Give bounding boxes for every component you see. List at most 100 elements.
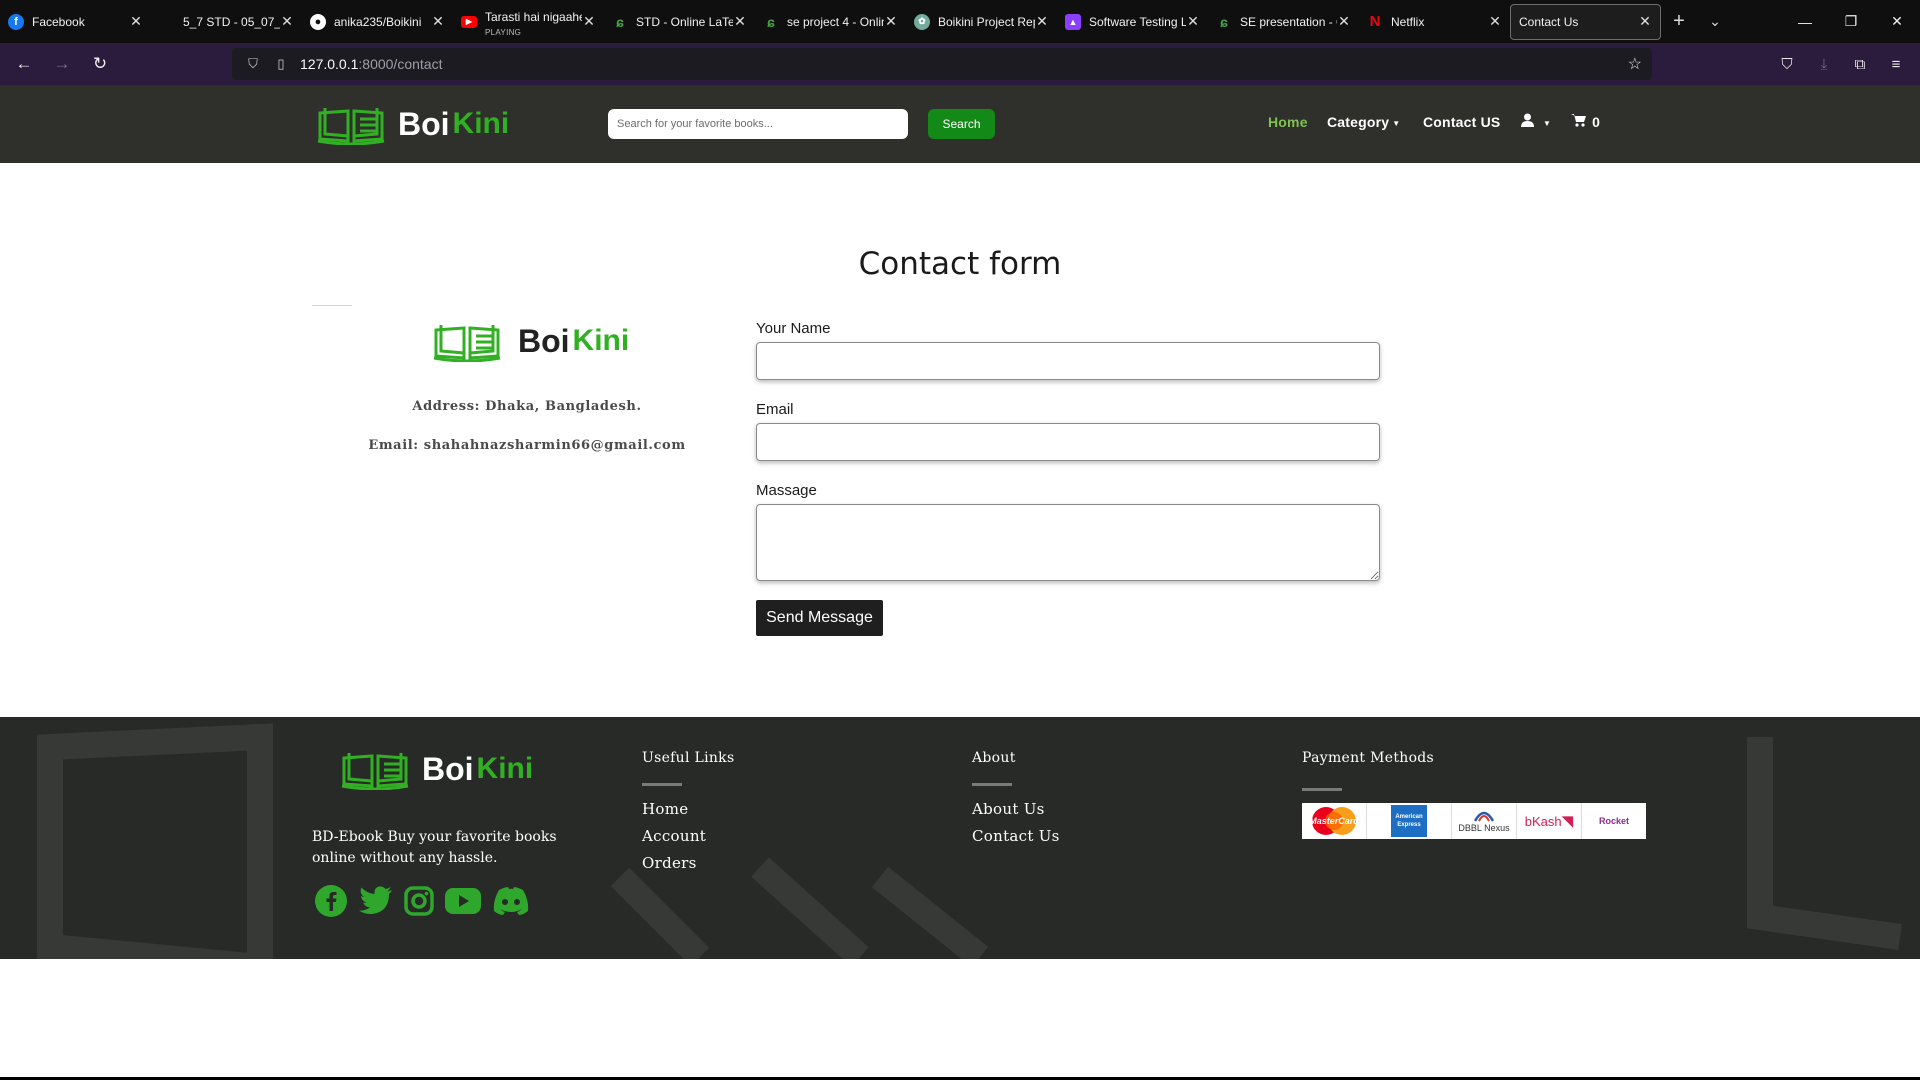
footer-link-about-us[interactable]: About Us [972, 800, 1045, 818]
chatgpt-icon: ✿ [914, 13, 930, 30]
minimize-icon[interactable]: — [1782, 0, 1828, 43]
facebook-icon[interactable] [314, 884, 348, 918]
heading-underline [642, 783, 682, 786]
browser-tab-strip: f Facebook ✕ 5_7 STD - 05_07_Software ✕ … [0, 0, 1920, 43]
cart-count: 0 [1592, 114, 1601, 130]
tab-chatgpt[interactable]: ✿ Boikini Project Report ✕ [906, 4, 1057, 40]
tab-title: 5_7 STD - 05_07_Software [183, 14, 280, 29]
tab-contact-us[interactable]: Contact Us ✕ [1510, 3, 1661, 40]
social-links [314, 884, 541, 918]
about-heading: About [972, 750, 1016, 766]
instagram-icon[interactable] [404, 886, 434, 916]
footer-link-orders[interactable]: Orders [642, 854, 697, 872]
logo-boi-text: Boi [398, 105, 450, 142]
pocket-icon[interactable]: ⛉ [1771, 48, 1803, 80]
divider [312, 305, 352, 306]
tab-std-software[interactable]: 5_7 STD - 05_07_Software ✕ [151, 4, 302, 40]
amex-logo: American Express [1367, 803, 1452, 839]
close-tab-icon[interactable]: ✕ [1638, 13, 1652, 30]
tab-overleaf-se4[interactable]: ɕ se project 4 - Online LaTeX ✕ [755, 4, 906, 40]
tab-netflix[interactable]: N Netflix ✕ [1359, 4, 1510, 40]
contact-logo: Boi Kini [432, 320, 629, 362]
close-tab-icon[interactable]: ✕ [129, 13, 143, 30]
site-header: Boi Kini Search Home Category▼ Contact U… [0, 85, 1920, 163]
window-close-icon[interactable]: ✕ [1874, 0, 1920, 43]
discord-icon[interactable] [492, 886, 530, 916]
logo-kini-text: Kini [452, 107, 510, 140]
tab-overleaf-std[interactable]: ɕ STD - Online LaTeX Editor ✕ [604, 4, 755, 40]
tab-title: Boikini Project Report [938, 14, 1035, 29]
footer-link-contact-us[interactable]: Contact Us [972, 827, 1060, 845]
search-button[interactable]: Search [928, 109, 995, 139]
close-tab-icon[interactable]: ✕ [582, 13, 596, 30]
forward-arrow-icon[interactable]: → [44, 49, 80, 79]
youtube-icon[interactable] [445, 887, 481, 915]
restore-icon[interactable]: ❐ [1828, 0, 1874, 43]
logo-kini-text: Kini [476, 752, 534, 785]
user-menu-dropdown[interactable]: ▼ [1521, 113, 1551, 130]
message-textarea[interactable] [756, 504, 1380, 581]
close-tab-icon[interactable]: ✕ [1186, 13, 1200, 30]
nav-contact-link[interactable]: Contact US [1423, 114, 1500, 130]
name-input[interactable] [756, 342, 1380, 380]
download-icon[interactable]: ⤓ [1808, 48, 1840, 80]
close-tab-icon[interactable]: ✕ [1488, 13, 1502, 30]
reload-icon[interactable]: ↻ [82, 49, 118, 79]
tab-youtube[interactable]: ▶ Tarasti hai nigaahein PLAYING ✕ [453, 4, 604, 40]
footer-link-account[interactable]: Account [642, 827, 706, 845]
nav-category-dropdown[interactable]: Category ▼ [1327, 114, 1400, 130]
close-tab-icon[interactable]: ✕ [431, 13, 445, 30]
tab-github[interactable]: ● anika235/Boikini ✕ [302, 4, 453, 40]
footer-link-home[interactable]: Home [642, 800, 688, 818]
bookmark-star-icon[interactable]: ☆ [1628, 54, 1642, 74]
close-tab-icon[interactable]: ✕ [280, 13, 294, 30]
name-label: Your Name [756, 320, 831, 337]
email-input[interactable] [756, 423, 1380, 461]
window-controls: — ❐ ✕ [1782, 0, 1920, 43]
logo-boi-text: Boi [422, 750, 474, 787]
tab-title: Netflix [1391, 14, 1425, 29]
footer-logo[interactable]: Boi Kini [340, 748, 533, 790]
book-logo-icon [341, 753, 409, 790]
page-info-icon[interactable]: ▯ [272, 56, 290, 72]
netflix-icon: N [1369, 13, 1381, 30]
book-logo-icon [317, 108, 385, 145]
tab-list-chevron-icon[interactable]: ⌄ [1697, 13, 1733, 30]
close-tab-icon[interactable]: ✕ [733, 13, 747, 30]
contact-email: Email: shahahnazsharmin66@gmail.com [368, 438, 686, 453]
youtube-icon: ▶ [461, 15, 477, 28]
extensions-icon[interactable]: ⧉ [1844, 48, 1876, 80]
rocket-label: Rocket [1598, 816, 1629, 826]
bkash-label: bKash [1524, 813, 1562, 829]
logo-boi-text: Boi [518, 322, 570, 359]
nav-home-link[interactable]: Home [1268, 114, 1308, 130]
tab-title: STD - Online LaTeX Editor [636, 14, 733, 29]
tab-facebook[interactable]: f Facebook ✕ [0, 4, 151, 40]
book-search-input[interactable] [608, 109, 908, 139]
tab-overleaf-se[interactable]: ɕ SE presentation - Online ✕ [1208, 4, 1359, 40]
browser-toolbar: ← → ↻ ⛉ ▯ 127.0.0.1:8000/contact ☆ ⛉ ⤓ ⧉… [0, 43, 1920, 85]
amex-label: American Express [1391, 805, 1427, 837]
close-tab-icon[interactable]: ✕ [1337, 13, 1351, 30]
bird-icon: ◥ [1561, 813, 1574, 830]
contact-address: Address: Dhaka, Bangladesh. [412, 399, 642, 414]
shield-icon[interactable]: ⛉ [244, 56, 262, 72]
header-logo[interactable]: Boi Kini [316, 103, 509, 145]
facebook-icon: f [8, 13, 24, 30]
logo-kini-text: Kini [572, 324, 630, 357]
caret-down-icon: ▼ [1543, 118, 1552, 128]
cart-link[interactable]: 0 [1571, 113, 1600, 130]
back-arrow-icon[interactable]: ← [6, 49, 42, 79]
twitter-icon[interactable] [359, 886, 393, 916]
menu-hamburger-icon[interactable]: ≡ [1880, 48, 1912, 80]
tab-title: Tarasti hai nigaahein [485, 9, 582, 24]
close-tab-icon[interactable]: ✕ [884, 13, 898, 30]
address-bar[interactable]: ⛉ ▯ 127.0.0.1:8000/contact ☆ [232, 48, 1652, 80]
close-tab-icon[interactable]: ✕ [1035, 13, 1049, 30]
url-host: 127.0.0.1 [300, 56, 359, 72]
document-icon [159, 14, 175, 30]
payment-methods-strip: MasterCard American Express DBBL Nexus b… [1302, 803, 1646, 839]
send-message-button[interactable]: Send Message [756, 600, 883, 636]
tab-classroom[interactable]: ▲ Software Testing Lab ✕ [1057, 4, 1208, 40]
new-tab-icon[interactable]: + [1661, 10, 1697, 33]
